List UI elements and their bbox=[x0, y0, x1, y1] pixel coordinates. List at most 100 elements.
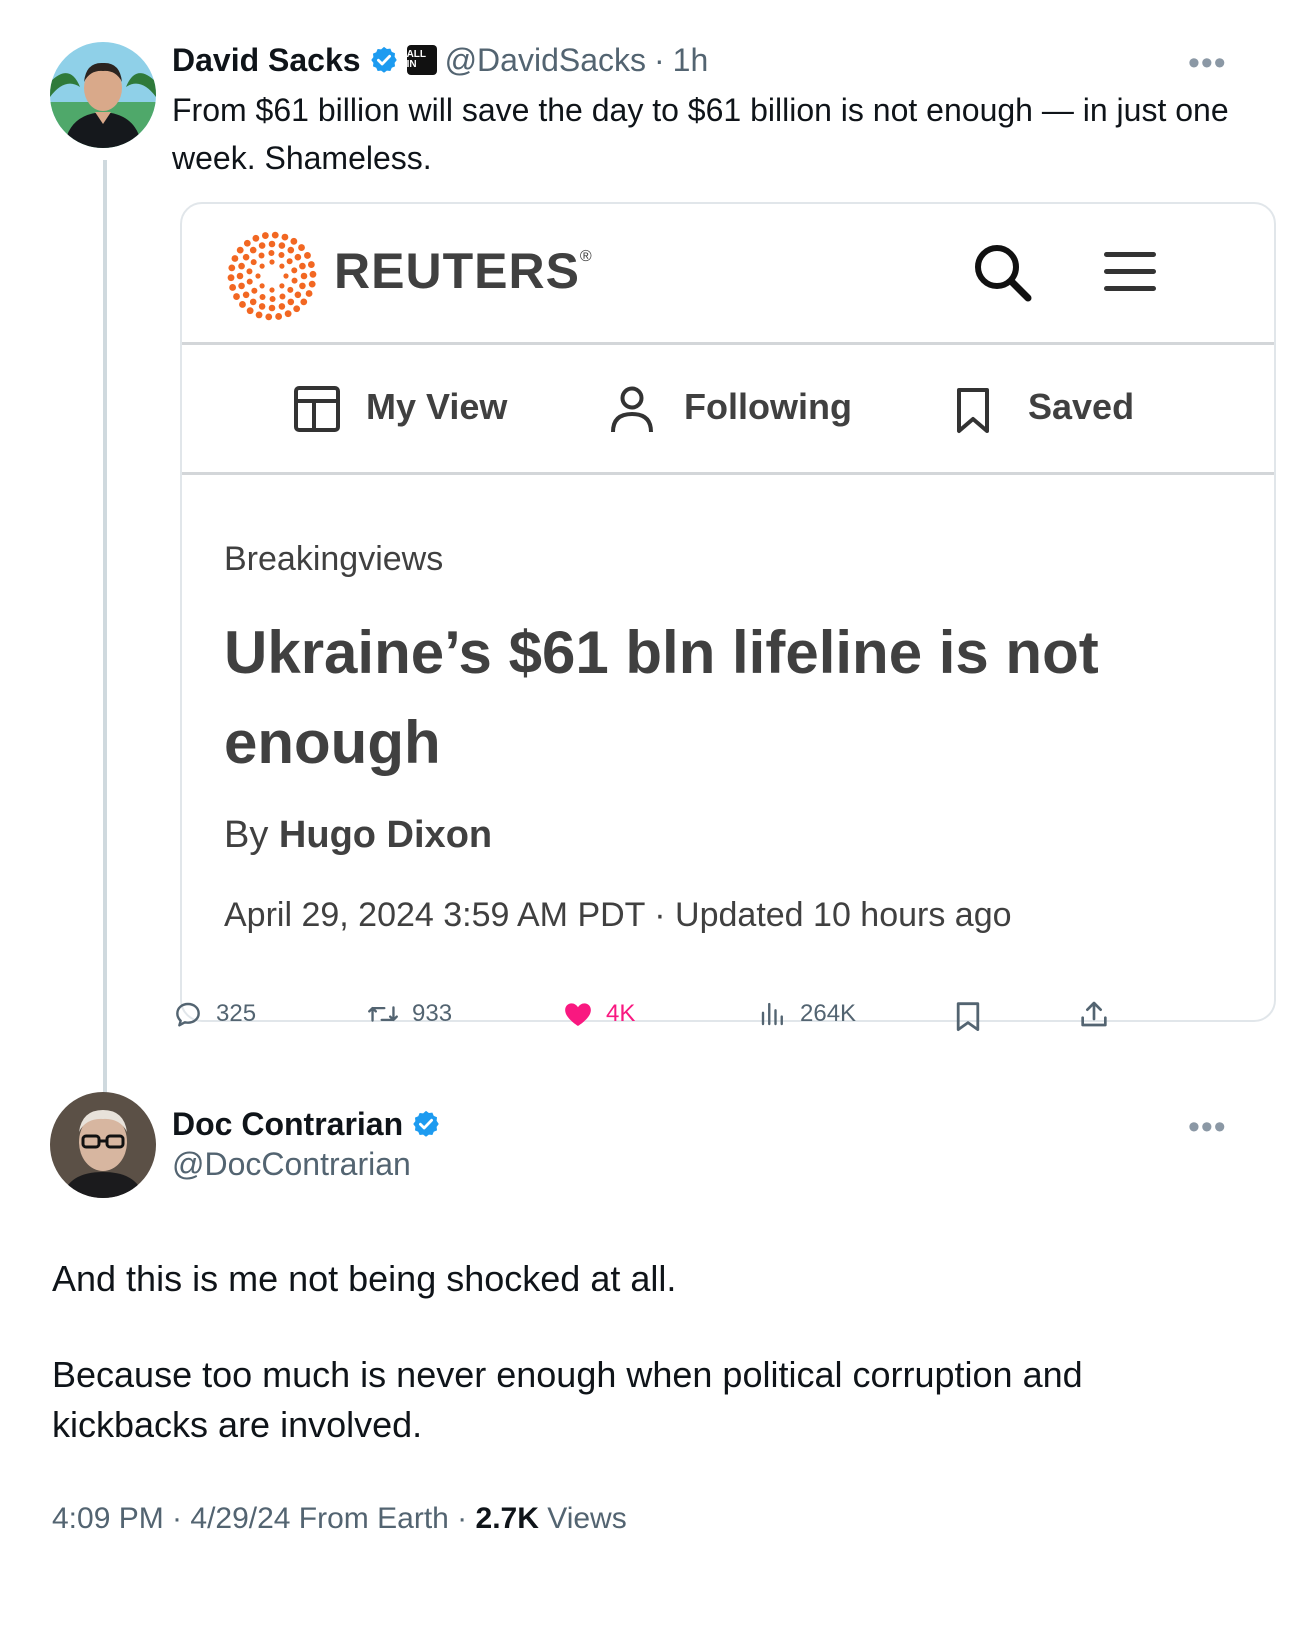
reuters-logo-dot bbox=[229, 284, 237, 291]
reuters-logo-dot bbox=[228, 264, 236, 272]
reuters-logo-dot bbox=[233, 293, 240, 300]
reuters-brand-text: REUTERS bbox=[334, 243, 580, 299]
reuters-logo-dot bbox=[243, 239, 251, 247]
author-name[interactable]: David Sacks bbox=[172, 42, 361, 79]
reuters-logo-dot bbox=[246, 278, 253, 285]
nav-my-view[interactable]: My View bbox=[366, 386, 507, 428]
author-name-2[interactable]: Doc Contrarian bbox=[172, 1106, 403, 1143]
reuters-logo-dot bbox=[300, 298, 308, 306]
timestamp-and-source[interactable]: 4:09 PM · 4/29/24 From Earth · bbox=[52, 1502, 467, 1535]
reuters-logo-dot bbox=[287, 298, 295, 306]
reuters-logo-dot bbox=[279, 293, 286, 300]
reuters-logo-dot bbox=[255, 311, 263, 319]
reuters-logo-dot bbox=[261, 232, 269, 239]
like-button[interactable]: 4K bbox=[562, 998, 635, 1030]
reuters-logo-dot bbox=[250, 259, 257, 266]
repost-button[interactable]: 933 bbox=[366, 998, 452, 1030]
reuters-wordmark: REUTERS® bbox=[334, 242, 593, 300]
bookmark-button-icon[interactable] bbox=[954, 1000, 982, 1039]
reuters-logo-dot bbox=[265, 313, 273, 321]
article-kicker[interactable]: Breakingviews bbox=[224, 540, 443, 579]
affiliate-badge-text: ALL IN bbox=[406, 49, 426, 70]
reuters-logo-dot bbox=[236, 246, 244, 254]
reuters-logo-dot bbox=[269, 295, 276, 302]
reuters-logo-dot bbox=[284, 310, 292, 318]
byline-author[interactable]: Hugo Dixon bbox=[279, 814, 492, 856]
reuters-logo-dot bbox=[286, 258, 293, 265]
like-count: 4K bbox=[606, 1000, 636, 1027]
thread-connector-line bbox=[103, 160, 107, 1130]
reuters-logo-dot bbox=[300, 272, 308, 280]
more-options-icon-2[interactable]: ••• bbox=[1188, 1108, 1227, 1147]
reuters-logo-dot bbox=[246, 307, 254, 315]
search-icon[interactable] bbox=[972, 242, 1034, 309]
tweet1-header: David Sacks ALL IN @DavidSacks · 1h bbox=[172, 38, 708, 82]
reuters-logo-dot bbox=[231, 255, 239, 262]
share-icon[interactable] bbox=[1078, 998, 1110, 1037]
tweet2-paragraph-2: Because too much is never enough when po… bbox=[52, 1354, 1083, 1445]
reuters-logo-dot bbox=[309, 270, 317, 278]
author-handle[interactable]: @DavidSacks bbox=[445, 42, 646, 79]
reuters-logo-dot bbox=[304, 252, 311, 259]
reuters-logo-dot bbox=[291, 267, 298, 274]
my-view-icon bbox=[294, 386, 340, 437]
reuters-logo-dot bbox=[242, 291, 250, 299]
hamburger-menu-icon[interactable] bbox=[1104, 250, 1158, 299]
reuters-logo-dot bbox=[258, 252, 265, 259]
more-options-icon[interactable]: ••• bbox=[1188, 44, 1227, 83]
reuters-logo-dot bbox=[271, 231, 279, 239]
article-dateline: April 29, 2024 3:59 AM PDT · Updated 10 … bbox=[224, 896, 1012, 934]
reuters-logo-dot bbox=[281, 233, 289, 241]
verified-badge-icon bbox=[369, 45, 399, 75]
david-sacks-avatar[interactable] bbox=[50, 42, 156, 148]
reuters-logo-dot bbox=[259, 263, 265, 269]
tweet2-meta: 4:09 PM · 4/29/24 From Earth · 2.7K View… bbox=[52, 1502, 627, 1536]
reuters-logo-dot bbox=[294, 291, 302, 299]
reuters-logo-dot bbox=[299, 282, 306, 290]
reuters-logo-dot bbox=[291, 277, 298, 284]
reuters-logo-dot bbox=[227, 274, 235, 282]
reuters-logo-dot bbox=[249, 246, 257, 254]
tweet-time[interactable]: 1h bbox=[673, 42, 709, 79]
article-headline[interactable]: Ukraine’s $61 bln lifeline is not enough bbox=[224, 608, 1224, 788]
repost-count: 933 bbox=[412, 1000, 453, 1027]
tweet2-paragraph-1: And this is me not being shocked at all. bbox=[52, 1258, 677, 1299]
reuters-logo-dot bbox=[258, 242, 266, 249]
reply-icon bbox=[176, 1002, 200, 1027]
reuters-logo-dot bbox=[252, 234, 260, 242]
repost-icon bbox=[368, 1006, 398, 1022]
doc-contrarian-avatar[interactable] bbox=[50, 1092, 156, 1198]
reuters-logo-dot bbox=[246, 268, 253, 275]
views-button[interactable]: 264K bbox=[758, 998, 856, 1030]
reuters-logo-dot bbox=[236, 272, 244, 280]
reply-button[interactable]: 325 bbox=[172, 998, 256, 1030]
tweet2-header: Doc Contrarian bbox=[172, 1102, 441, 1146]
reuters-logo-dot bbox=[278, 252, 285, 259]
embedded-image-card[interactable]: REUTERS® My View Following Saved Breakin… bbox=[180, 202, 1276, 1022]
reuters-logo-dot bbox=[275, 313, 283, 320]
reuters-logo-dot bbox=[299, 262, 306, 270]
registered-mark: ® bbox=[579, 248, 593, 265]
all-in-affiliate-badge[interactable]: ALL IN bbox=[406, 45, 437, 75]
reuters-logo-dot bbox=[279, 263, 285, 269]
reuters-logo-dot bbox=[279, 283, 285, 289]
reuters-logo-dot bbox=[238, 262, 245, 270]
reuters-logo-dot bbox=[259, 283, 265, 289]
nav-saved[interactable]: Saved bbox=[1028, 386, 1134, 428]
person-icon bbox=[610, 386, 654, 439]
bookmark-icon bbox=[956, 387, 990, 440]
reuters-logo-dot bbox=[268, 250, 275, 257]
card-divider-top bbox=[182, 342, 1274, 345]
reuters-logo-dot bbox=[268, 304, 276, 312]
reuters-logo-dot bbox=[239, 301, 246, 308]
reuters-logo-dot bbox=[283, 273, 289, 279]
author-handle-2[interactable]: @DocContrarian bbox=[172, 1146, 411, 1183]
reuters-logo-dot bbox=[269, 287, 275, 293]
views-count-2: 2.7K bbox=[475, 1502, 539, 1535]
tweet1-text: From $61 billion will save the day to $6… bbox=[172, 92, 1229, 176]
views-count: 264K bbox=[800, 1000, 857, 1027]
reuters-logo-dot bbox=[268, 240, 276, 248]
nav-following[interactable]: Following bbox=[684, 386, 852, 428]
reuters-logo-dot bbox=[290, 237, 298, 245]
reuters-logo-dot bbox=[269, 259, 275, 265]
